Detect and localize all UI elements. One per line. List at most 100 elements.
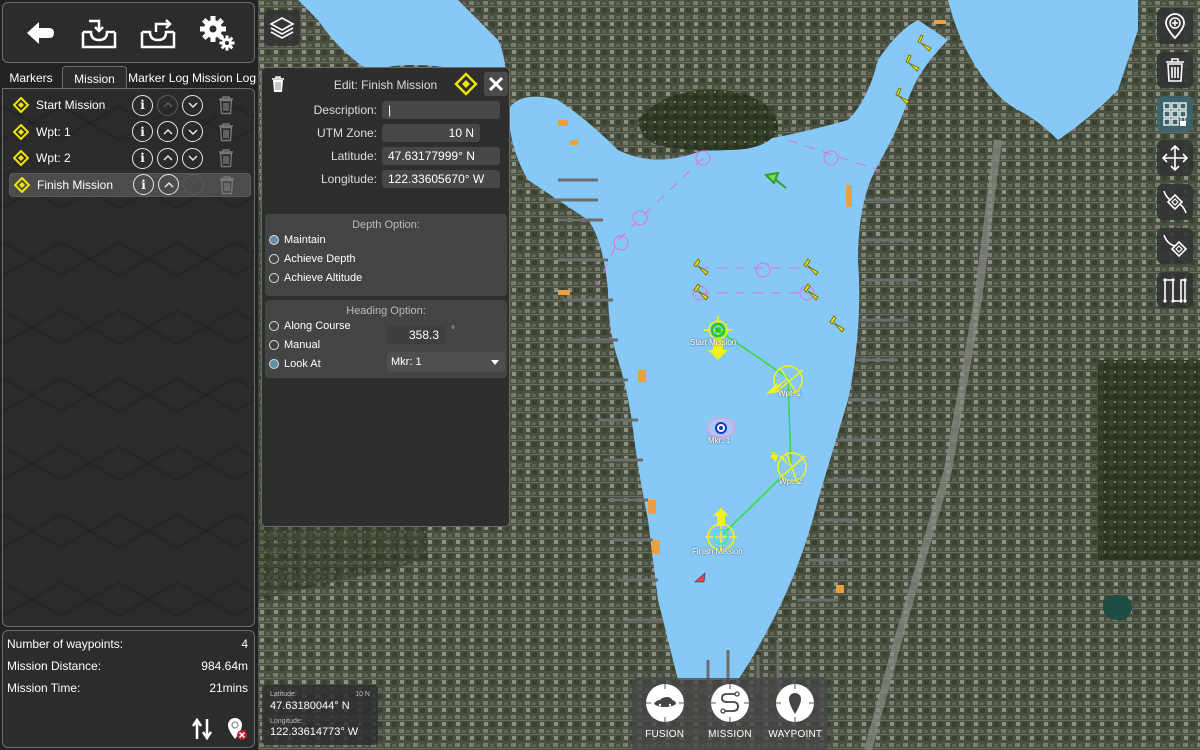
radio-selected-icon bbox=[269, 359, 279, 369]
mission-list-item[interactable]: Finish Mission i bbox=[9, 172, 251, 197]
move-up-button[interactable] bbox=[157, 94, 178, 116]
lawnmower-pattern-icon bbox=[1163, 278, 1187, 303]
grid-lock-button[interactable] bbox=[1157, 96, 1193, 132]
mission-list-item[interactable]: Wpt: 2 i bbox=[9, 146, 251, 170]
export-button[interactable] bbox=[136, 11, 180, 55]
mission-item-label: Wpt: 1 bbox=[36, 124, 71, 139]
delete-item-icon[interactable] bbox=[218, 175, 236, 195]
radio-label: Manual bbox=[284, 339, 321, 351]
back-button[interactable] bbox=[18, 11, 62, 55]
info-button[interactable]: i bbox=[133, 174, 154, 195]
map-pin-plus-icon bbox=[1165, 13, 1185, 40]
move-down-button[interactable] bbox=[182, 121, 203, 142]
utm-zone-row: UTM Zone: bbox=[262, 124, 480, 142]
clear-pins-icon[interactable] bbox=[226, 717, 248, 741]
add-marker-button[interactable] bbox=[1157, 8, 1193, 44]
move-up-button[interactable] bbox=[157, 121, 178, 142]
mission-distance-value: 984.64m bbox=[201, 659, 248, 673]
mission-time-row: Mission Time: 21mins bbox=[7, 681, 248, 697]
chevron-down-icon bbox=[188, 179, 200, 191]
longitude-field[interactable] bbox=[382, 170, 500, 188]
tab-marker-log[interactable]: Marker Log bbox=[127, 66, 190, 88]
waypoint-diamond-icon bbox=[13, 150, 29, 166]
heading-manual-radio[interactable]: Manual bbox=[269, 339, 320, 351]
finish-mission-label: Finish Mission bbox=[692, 547, 743, 556]
chevron-up-icon bbox=[162, 99, 174, 111]
info-icon: i bbox=[140, 151, 145, 165]
coords-latitude-value: 47.63180044° N bbox=[270, 700, 350, 712]
chevron-up-icon bbox=[162, 152, 174, 164]
chevron-down-icon bbox=[187, 99, 199, 111]
move-up-button[interactable] bbox=[157, 147, 178, 169]
move-down-button[interactable] bbox=[183, 174, 204, 195]
dropdown-caret-icon bbox=[491, 359, 499, 365]
route-end-button[interactable] bbox=[1157, 228, 1193, 264]
heading-option-group: Heading Option: Along Course Manual Look… bbox=[265, 300, 507, 378]
waypoint-count-label: Number of waypoints: bbox=[7, 637, 124, 651]
fusion-mode-label: FUSION bbox=[645, 729, 685, 740]
depth-achieve-altitude-radio[interactable]: Achieve Altitude bbox=[269, 272, 362, 284]
depth-maintain-radio[interactable]: Maintain bbox=[269, 234, 326, 246]
grid-lock-icon bbox=[1163, 102, 1187, 126]
waypoint-mode-button[interactable]: WAYPOINT bbox=[765, 684, 825, 740]
map-view[interactable]: Start Mission Wpt: 1 Wpt: 2 Finish Missi… bbox=[258, 0, 1200, 750]
waypoint-mode-disc bbox=[776, 684, 815, 722]
fusion-mode-button[interactable]: FUSION bbox=[635, 684, 695, 740]
radio-icon bbox=[269, 273, 279, 283]
radio-label: Look At bbox=[284, 358, 321, 370]
delete-item-icon[interactable] bbox=[217, 95, 235, 115]
summary-actions bbox=[192, 717, 248, 741]
mission-mode-button[interactable]: MISSION bbox=[700, 684, 760, 740]
look-at-target-select[interactable]: Mkr: 1 bbox=[387, 352, 505, 372]
chevron-up-icon bbox=[163, 179, 175, 191]
layers-icon bbox=[269, 17, 295, 39]
latitude-field[interactable] bbox=[382, 147, 500, 165]
import-button[interactable] bbox=[77, 11, 121, 55]
delete-item-icon[interactable] bbox=[217, 148, 235, 168]
trash-icon bbox=[1166, 58, 1184, 82]
tab-mission-log[interactable]: Mission Log bbox=[190, 66, 258, 88]
waypoint-diamond-icon bbox=[13, 97, 29, 113]
mission-mode-label: MISSION bbox=[708, 729, 752, 740]
radio-icon bbox=[269, 254, 279, 264]
tab-mission[interactable]: Mission bbox=[62, 66, 127, 88]
heading-look-at-radio[interactable]: Look At bbox=[269, 358, 321, 370]
info-button[interactable]: i bbox=[132, 94, 153, 116]
delete-item-icon[interactable] bbox=[217, 122, 235, 142]
mission-summary: Number of waypoints: 4 Mission Distance:… bbox=[2, 630, 255, 748]
description-field[interactable] bbox=[382, 101, 500, 119]
pan-button[interactable] bbox=[1157, 140, 1193, 176]
info-button[interactable]: i bbox=[132, 147, 153, 169]
toolbar bbox=[2, 2, 255, 63]
left-panel: Markers Mission Marker Log Mission Log S… bbox=[0, 0, 258, 750]
waypoint-diamond-icon bbox=[454, 72, 478, 96]
layers-button[interactable] bbox=[264, 10, 300, 46]
utm-zone-field[interactable] bbox=[382, 124, 480, 142]
cursor-coordinates: Latitude: 10 N 47.63180044° N Longitude:… bbox=[262, 685, 378, 745]
longitude-row: Longitude: bbox=[262, 170, 500, 188]
depth-achieve-depth-radio[interactable]: Achieve Depth bbox=[269, 253, 356, 265]
mission-distance-label: Mission Distance: bbox=[7, 659, 102, 673]
move-arrows-icon bbox=[1161, 144, 1189, 172]
coords-zone: 10 N bbox=[355, 691, 370, 698]
mission-list-item[interactable]: Wpt: 1 i bbox=[9, 120, 251, 144]
info-button[interactable]: i bbox=[132, 121, 153, 142]
move-down-button[interactable] bbox=[182, 94, 203, 116]
heading-angle-field[interactable] bbox=[387, 326, 445, 344]
move-down-button[interactable] bbox=[182, 147, 203, 169]
reverse-order-icon[interactable] bbox=[192, 718, 212, 740]
move-up-button[interactable] bbox=[158, 174, 179, 195]
waypoint-diamond-icon bbox=[14, 176, 30, 193]
settings-button[interactable] bbox=[195, 11, 239, 55]
lawnmower-button[interactable] bbox=[1157, 272, 1193, 308]
description-label: Description: bbox=[313, 103, 377, 117]
heading-along-course-radio[interactable]: Along Course bbox=[269, 320, 351, 332]
latitude-label: Latitude: bbox=[330, 149, 377, 163]
mission-list-item[interactable]: Start Mission i bbox=[9, 93, 251, 117]
delete-button[interactable] bbox=[1157, 52, 1193, 88]
tab-markers[interactable]: Markers bbox=[0, 66, 62, 88]
close-dialog-button[interactable] bbox=[484, 72, 508, 96]
radio-label: Maintain bbox=[284, 234, 326, 246]
route-waypoint-button[interactable] bbox=[1157, 184, 1193, 220]
marker-label: Mkr: 1 bbox=[708, 436, 731, 445]
